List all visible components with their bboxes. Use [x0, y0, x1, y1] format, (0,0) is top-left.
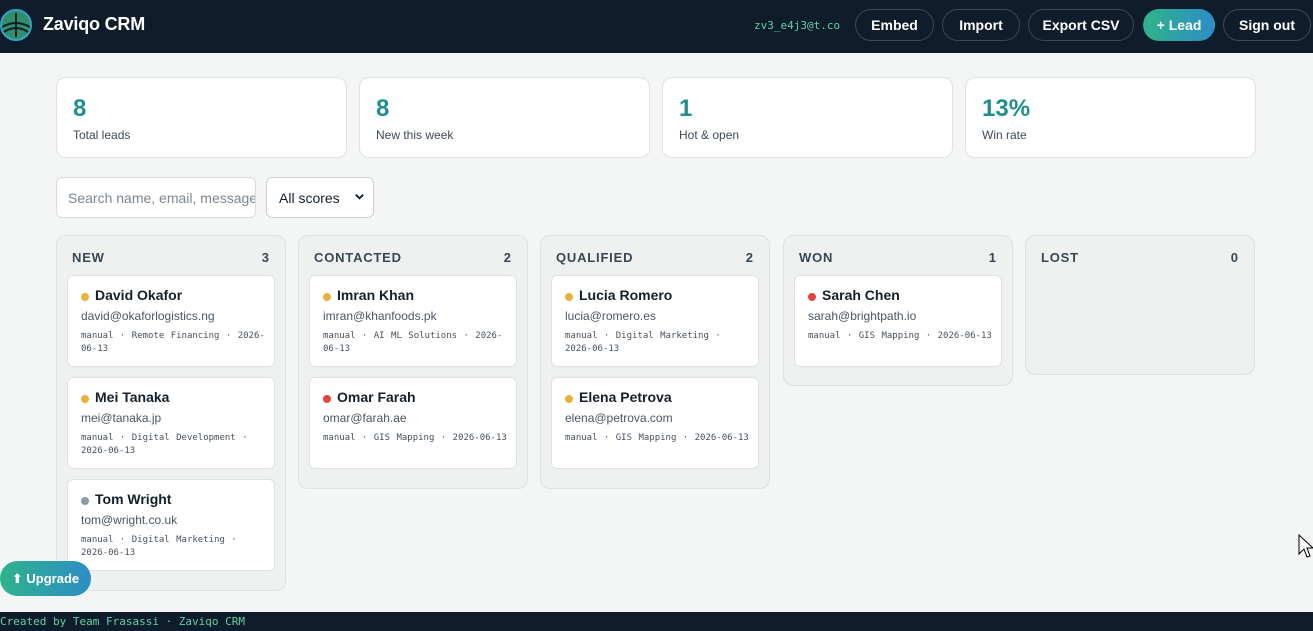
column-title: WON — [799, 250, 834, 265]
column-lost: LOST 0 — [1025, 235, 1255, 375]
lead-name: Mei Tanaka — [95, 389, 170, 405]
lead-card[interactable]: Mei Tanaka mei@tanaka.jp manual · Digita… — [67, 377, 275, 469]
lead-email: omar@farah.ae — [323, 411, 407, 425]
score-dot — [808, 293, 816, 301]
stat-label: Win rate — [982, 128, 1027, 142]
lead-card[interactable]: Sarah Chen sarah@brightpath.io manual · … — [794, 275, 1002, 367]
lead-meta: manual · GIS Mapping · 2026-06-13 — [808, 331, 992, 341]
lead-name: David Okafor — [95, 287, 183, 303]
column-title: LOST — [1041, 250, 1079, 265]
score-dot — [81, 395, 89, 403]
lead-card[interactable]: David Okafor david@okaforlogistics.ng ma… — [67, 275, 275, 367]
embed-button[interactable]: Embed — [855, 9, 934, 41]
export-csv-button[interactable]: Export CSV — [1028, 9, 1134, 41]
sign-out-button[interactable]: Sign out — [1223, 9, 1311, 41]
score-dot — [323, 293, 331, 301]
score-dot — [81, 497, 89, 505]
lead-email: sarah@brightpath.io — [808, 309, 917, 323]
lead-email: mei@tanaka.jp — [81, 411, 162, 425]
stat-value: 1 — [679, 95, 693, 122]
column-count: 3 — [261, 250, 269, 265]
lead-card[interactable]: Elena Petrova elena@petrova.com manual ·… — [551, 377, 759, 469]
score-filter-select[interactable]: All scores — [266, 177, 374, 218]
add-lead-button[interactable]: + Lead — [1143, 9, 1215, 41]
lead-meta: manual · Digital Marketing · 2026-06-13 — [81, 535, 237, 558]
lead-meta: manual · Digital Development · 2026-06-1… — [81, 433, 248, 456]
lead-meta: manual · Remote Financing · 2026-06-13 — [81, 331, 265, 354]
column-won: WON 1 Sarah Chen sarah@brightpath.io man… — [783, 235, 1013, 386]
chevron-down-icon — [355, 194, 364, 200]
lead-meta: manual · GIS Mapping · 2026-06-13 — [323, 433, 507, 443]
import-button[interactable]: Import — [942, 9, 1020, 41]
app-title: Zaviqo CRM — [43, 14, 146, 34]
mouse-cursor-icon — [1298, 534, 1313, 558]
lead-meta: manual · GIS Mapping · 2026-06-13 — [565, 433, 749, 443]
column-count: 2 — [745, 250, 753, 265]
zaviqo-logo-icon — [0, 9, 32, 41]
lead-name: Omar Farah — [337, 389, 416, 405]
user-email: zv3_e4j3@t.co — [754, 19, 841, 32]
column-count: 1 — [988, 250, 996, 265]
lead-name: Elena Petrova — [579, 389, 672, 405]
column-title: QUALIFIED — [556, 250, 634, 265]
column-count: 2 — [503, 250, 511, 265]
score-filter-value: All scores — [279, 189, 340, 206]
footer: Created by Team Frasassi · Zaviqo CRM — [0, 612, 1313, 631]
top-bar: Zaviqo CRM zv3_e4j3@t.co Embed Import Ex… — [0, 0, 1313, 53]
score-dot — [81, 293, 89, 301]
stat-label: Hot & open — [679, 128, 740, 142]
column-new: NEW 3 David Okafor david@okaforlogistics… — [56, 235, 286, 591]
lead-name: Tom Wright — [95, 491, 172, 507]
column-title: CONTACTED — [314, 250, 402, 265]
stat-value: 13% — [982, 95, 1031, 122]
search-input[interactable] — [56, 177, 256, 218]
lead-card[interactable]: Tom Wright tom@wright.co.uk manual · Dig… — [67, 479, 275, 571]
lead-meta: manual · Digital Marketing · 2026-06-13 — [565, 331, 721, 354]
column-contacted: CONTACTED 2 Imran Khan imran@khanfoods.p… — [298, 235, 528, 489]
lead-name: Imran Khan — [337, 287, 415, 303]
lead-meta: manual · AI ML Solutions · 2026-06-13 — [323, 331, 503, 354]
column-qualified: QUALIFIED 2 Lucia Romero lucia@romero.es… — [540, 235, 770, 489]
column-title: NEW — [72, 250, 105, 265]
lead-email: elena@petrova.com — [565, 411, 673, 425]
stat-card-total-leads: 8 Total leads — [56, 77, 347, 158]
stat-label: Total leads — [73, 128, 131, 142]
stat-value: 8 — [376, 95, 390, 122]
lead-name: Lucia Romero — [579, 287, 673, 303]
lead-email: lucia@romero.es — [565, 309, 656, 323]
stat-value: 8 — [73, 95, 87, 122]
lead-card[interactable]: Imran Khan imran@khanfoods.pk manual · A… — [309, 275, 517, 367]
score-dot — [565, 395, 573, 403]
score-dot — [323, 395, 331, 403]
score-dot — [565, 293, 573, 301]
lead-email: tom@wright.co.uk — [81, 513, 178, 527]
column-count: 0 — [1230, 250, 1238, 265]
stat-card-win-rate: 13% Win rate — [965, 77, 1256, 158]
stat-card-hot-open: 1 Hot & open — [662, 77, 953, 158]
footer-text: Created by Team Frasassi · Zaviqo CRM — [0, 615, 246, 628]
lead-email: david@okaforlogistics.ng — [81, 309, 215, 323]
stat-card-new-this-week: 8 New this week — [359, 77, 650, 158]
lead-card[interactable]: Lucia Romero lucia@romero.es manual · Di… — [551, 275, 759, 367]
lead-name: Sarah Chen — [822, 287, 900, 303]
lead-card[interactable]: Omar Farah omar@farah.ae manual · GIS Ma… — [309, 377, 517, 469]
stat-label: New this week — [376, 128, 454, 142]
upgrade-button[interactable]: ⬆ Upgrade — [0, 561, 91, 596]
lead-email: imran@khanfoods.pk — [323, 309, 437, 323]
